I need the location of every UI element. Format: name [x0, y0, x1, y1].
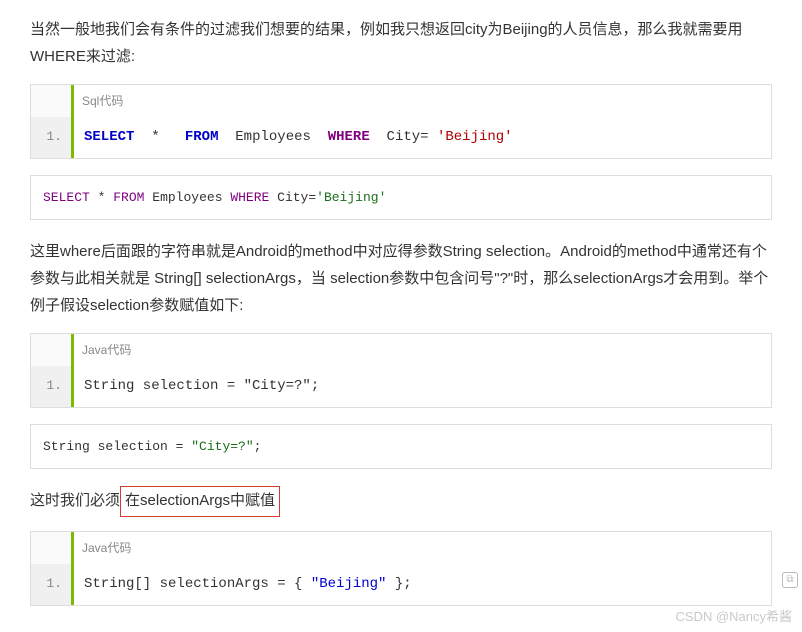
code-label-java: Java代码: [71, 532, 771, 564]
paragraph-selectionargs: 这里where后面跟的字符串就是Android的method中对应得参数Stri…: [30, 238, 772, 319]
code-block-java-2: Java代码 1. String[] selectionArgs = { "Be…: [30, 531, 772, 606]
highlight-box: 在selectionArgs中赋值: [120, 486, 280, 517]
code-label-java: Java代码: [71, 334, 771, 366]
code-content-java-2: String[] selectionArgs = { "Beijing" };: [71, 564, 771, 605]
code-label-sql: Sql代码: [71, 85, 771, 117]
code-lineno: 1.: [31, 117, 71, 158]
code-lineno: 1.: [31, 366, 71, 407]
paragraph-must-assign: 这时我们必须在selectionArgs中赋值: [30, 487, 772, 517]
code-content-sql: SELECT * FROM Employees WHERE City= 'Bei…: [71, 117, 771, 158]
paragraph-where-intro: 当然一般地我们会有条件的过滤我们想要的结果，例如我只想返回city为Beijin…: [30, 16, 772, 70]
code-row: 1. String[] selectionArgs = { "Beijing" …: [31, 564, 771, 605]
code-content-java-1: String selection = "City=?";: [71, 366, 771, 407]
code-lineno: 1.: [31, 564, 71, 605]
code-block-sql: Sql代码 1. SELECT * FROM Employees WHERE C…: [30, 84, 772, 159]
watermark-text: CSDN @Nancy希酱: [676, 605, 793, 628]
plain-code-sql: SELECT * FROM Employees WHERE City='Beij…: [30, 175, 772, 220]
code-row: 1. String selection = "City=?";: [31, 366, 771, 407]
copy-icon[interactable]: ⧉: [782, 572, 798, 588]
code-row: 1. SELECT * FROM Employees WHERE City= '…: [31, 117, 771, 158]
plain-code-java-1: String selection = "City=?";: [30, 424, 772, 469]
code-block-java-1: Java代码 1. String selection = "City=?";: [30, 333, 772, 408]
